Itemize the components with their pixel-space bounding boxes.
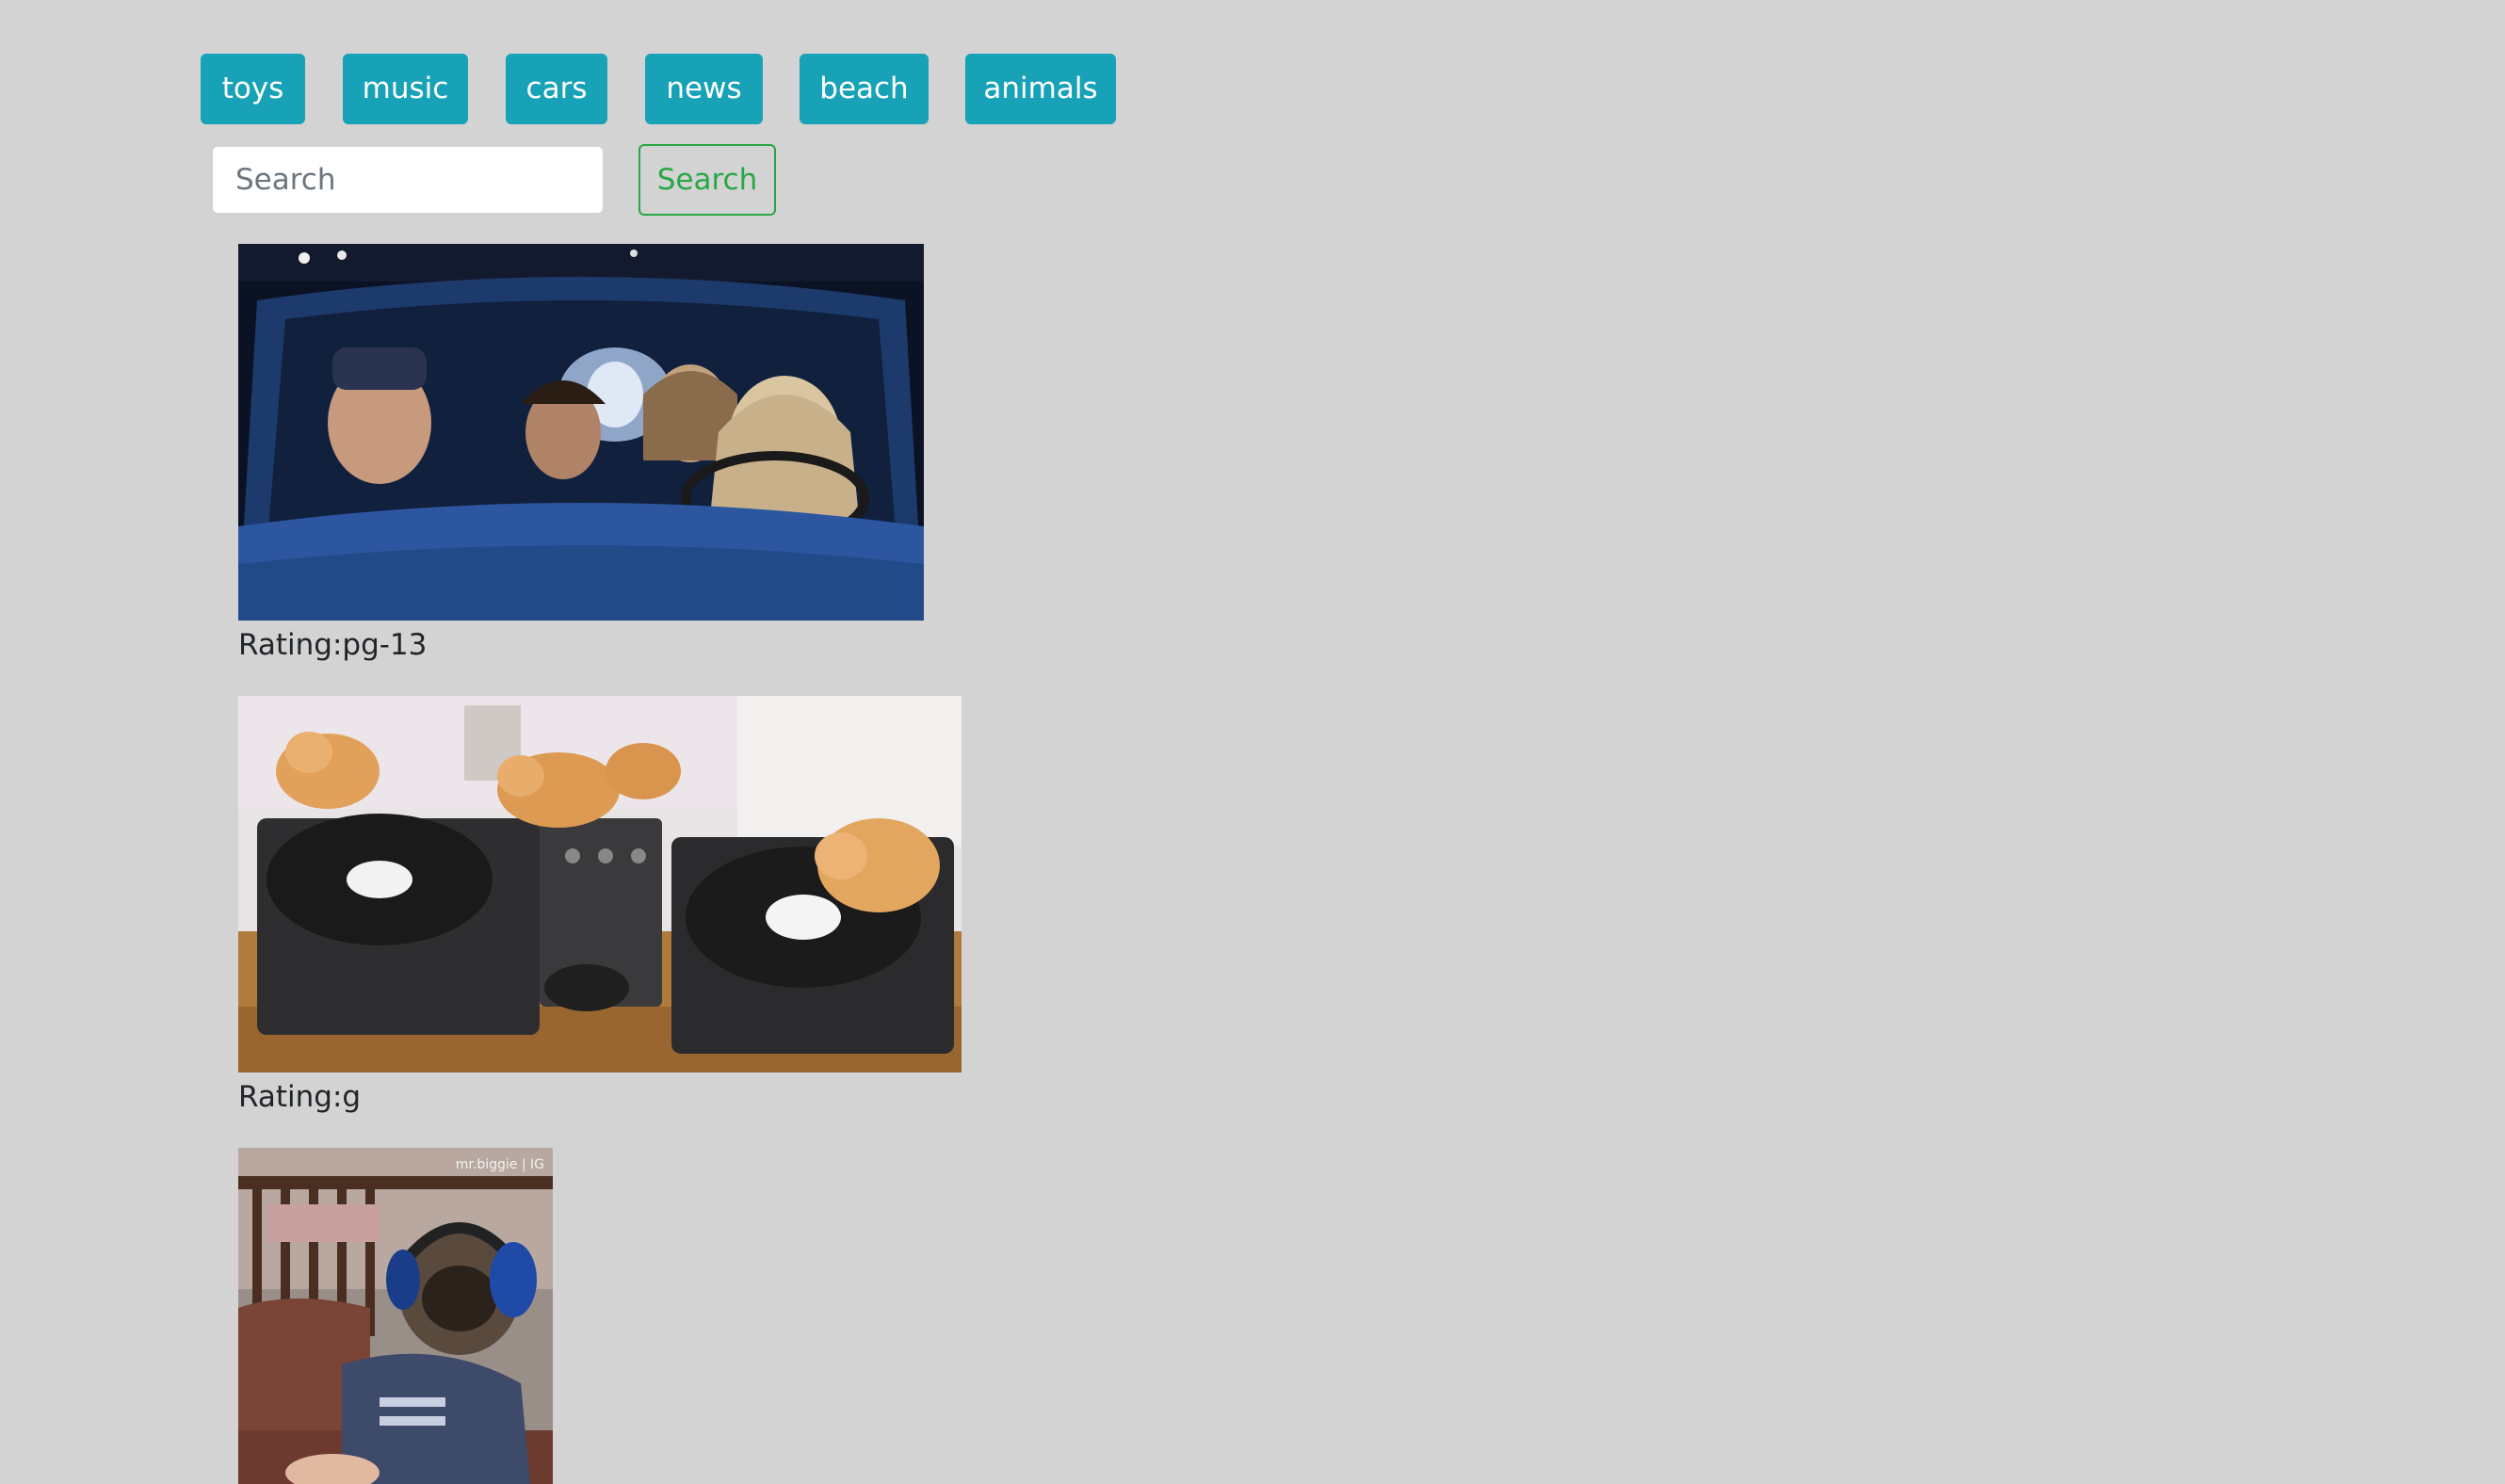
gif-rating: Rating:pg-13 <box>238 628 428 662</box>
topic-button-music[interactable]: music <box>343 54 468 124</box>
topic-button-news[interactable]: news <box>645 54 763 124</box>
topic-button-beach[interactable]: beach <box>800 54 929 124</box>
topic-button-animals[interactable]: animals <box>965 54 1116 124</box>
watermark-text: mr.biggie | IG <box>456 1157 544 1172</box>
topic-button-cars[interactable]: cars <box>506 54 607 124</box>
topic-button-toys[interactable]: toys <box>201 54 305 124</box>
search-input[interactable] <box>212 146 604 214</box>
search-button[interactable]: Search <box>638 144 776 216</box>
gif-rating: Rating:g <box>238 1080 362 1114</box>
gif-image[interactable]: mr.biggie | IG <box>238 1148 553 1484</box>
gif-image[interactable] <box>238 244 924 621</box>
gif-image[interactable] <box>238 696 962 1073</box>
